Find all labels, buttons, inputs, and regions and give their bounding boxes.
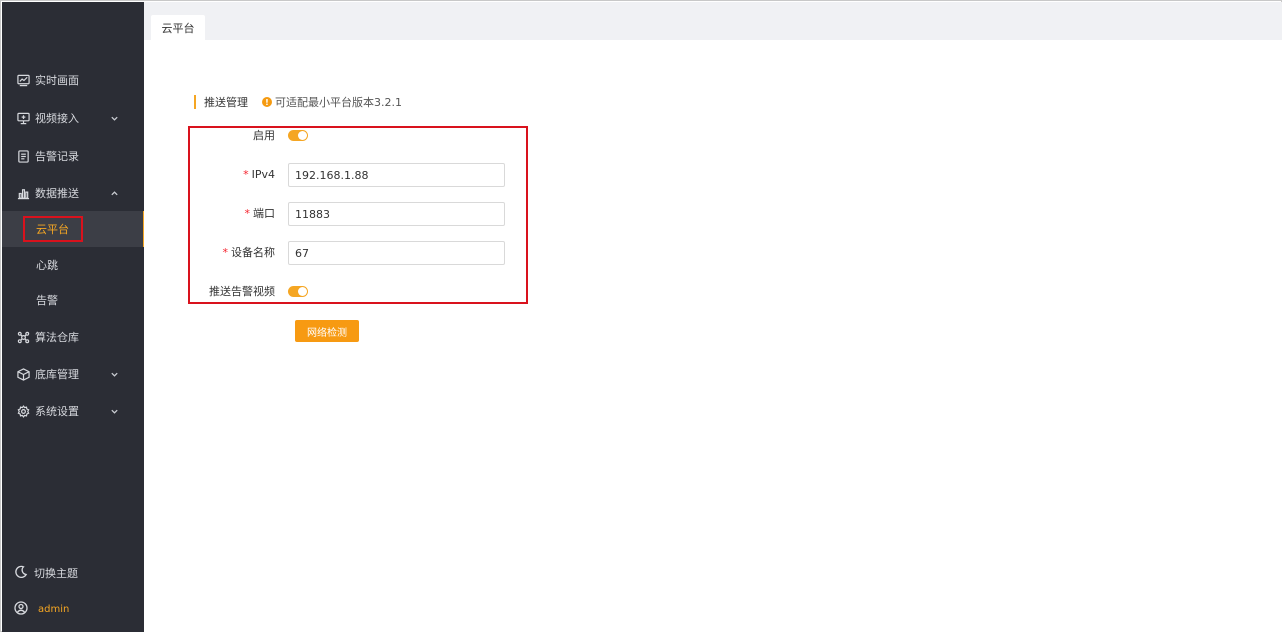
sidebar: 实时画面 视频接入 告警记录 数据推送 云平台 心跳 告警 算法仓库 底库管理 … bbox=[2, 2, 145, 632]
enable-label: 启用 bbox=[253, 129, 275, 142]
enable-toggle[interactable] bbox=[288, 130, 308, 141]
document-icon bbox=[16, 149, 30, 163]
section-accent-bar bbox=[194, 95, 196, 109]
sidebar-item-system-settings[interactable]: 系统设置 bbox=[2, 393, 144, 429]
chevron-down-icon bbox=[110, 406, 120, 416]
sidebar-item-label: 视频接入 bbox=[35, 112, 79, 125]
cluster-icon bbox=[16, 330, 30, 344]
form-row-ipv4: * IPv4 bbox=[188, 163, 528, 187]
ipv4-label: * IPv4 bbox=[243, 168, 275, 181]
sidebar-subitem-label: 心跳 bbox=[36, 259, 58, 272]
sidebar-item-alarm-records[interactable]: 告警记录 bbox=[2, 138, 144, 174]
bar-chart-icon bbox=[16, 186, 30, 200]
sidebar-subitem-heartbeat[interactable]: 心跳 bbox=[2, 247, 144, 283]
cube-icon bbox=[16, 367, 30, 381]
sidebar-item-algorithm-repo[interactable]: 算法仓库 bbox=[2, 319, 144, 355]
device-name-label: * 设备名称 bbox=[222, 246, 276, 259]
sidebar-item-label: 底库管理 bbox=[35, 368, 79, 381]
form-row-port: * 端口 bbox=[188, 202, 528, 226]
version-hint: ! 可适配最小平台版本3.2.1 bbox=[262, 94, 402, 110]
push-video-label: 推送告警视频 bbox=[209, 285, 275, 298]
user-menu[interactable]: admin bbox=[2, 594, 144, 624]
sidebar-item-live-view[interactable]: 实时画面 bbox=[2, 62, 144, 98]
required-mark: * bbox=[222, 246, 229, 259]
form-row-enable: 启用 bbox=[188, 124, 528, 148]
port-input[interactable] bbox=[288, 202, 505, 226]
required-mark: * bbox=[244, 207, 251, 220]
monitor-icon bbox=[16, 111, 30, 125]
switch-theme-label: 切换主题 bbox=[34, 567, 78, 580]
section-header: 推送管理 ! 可适配最小平台版本3.2.1 bbox=[194, 95, 402, 109]
sidebar-item-data-push[interactable]: 数据推送 bbox=[2, 175, 144, 211]
chart-line-icon bbox=[16, 73, 30, 87]
device-name-input[interactable] bbox=[288, 241, 505, 265]
sidebar-subitem-cloud-platform[interactable]: 云平台 bbox=[2, 211, 145, 247]
tab-bar: 云平台 bbox=[144, 2, 1282, 40]
section-title: 推送管理 bbox=[204, 96, 248, 109]
tab-cloud-platform[interactable]: 云平台 bbox=[151, 15, 205, 40]
chevron-down-icon bbox=[110, 113, 120, 123]
ipv4-input[interactable] bbox=[288, 163, 505, 187]
sidebar-item-label: 数据推送 bbox=[35, 187, 79, 200]
network-check-button[interactable]: 网络检测 bbox=[295, 320, 359, 342]
hint-text: 可适配最小平台版本3.2.1 bbox=[275, 96, 402, 109]
sidebar-subitem-alarm[interactable]: 告警 bbox=[2, 282, 144, 318]
username: admin bbox=[38, 603, 70, 615]
port-label: * 端口 bbox=[244, 207, 276, 220]
exclamation-icon: ! bbox=[262, 97, 272, 107]
avatar-icon bbox=[14, 600, 28, 618]
form-row-push-video: 推送告警视频 bbox=[188, 280, 528, 304]
sidebar-subitem-label: 告警 bbox=[36, 294, 58, 307]
required-mark: * bbox=[243, 168, 249, 181]
sidebar-item-video-access[interactable]: 视频接入 bbox=[2, 100, 144, 136]
sidebar-item-gallery-management[interactable]: 底库管理 bbox=[2, 356, 144, 392]
chevron-down-icon bbox=[110, 369, 120, 379]
sidebar-item-label: 实时画面 bbox=[35, 74, 79, 87]
highlight-box bbox=[23, 216, 83, 242]
main-content: 推送管理 ! 可适配最小平台版本3.2.1 启用 *IPv4 *端口 *设备名称… bbox=[144, 40, 1282, 632]
sidebar-item-label: 系统设置 bbox=[35, 405, 79, 418]
push-video-toggle[interactable] bbox=[288, 286, 308, 297]
app-frame: 实时画面 视频接入 告警记录 数据推送 云平台 心跳 告警 算法仓库 底库管理 … bbox=[0, 0, 1282, 632]
sidebar-item-label: 算法仓库 bbox=[35, 331, 79, 344]
chevron-up-icon bbox=[110, 188, 120, 198]
sidebar-item-label: 告警记录 bbox=[35, 150, 79, 163]
moon-icon bbox=[14, 565, 28, 582]
form-row-device-name: * 设备名称 bbox=[188, 241, 528, 265]
switch-theme-button[interactable]: 切换主题 bbox=[2, 558, 144, 588]
gear-icon bbox=[16, 404, 30, 418]
